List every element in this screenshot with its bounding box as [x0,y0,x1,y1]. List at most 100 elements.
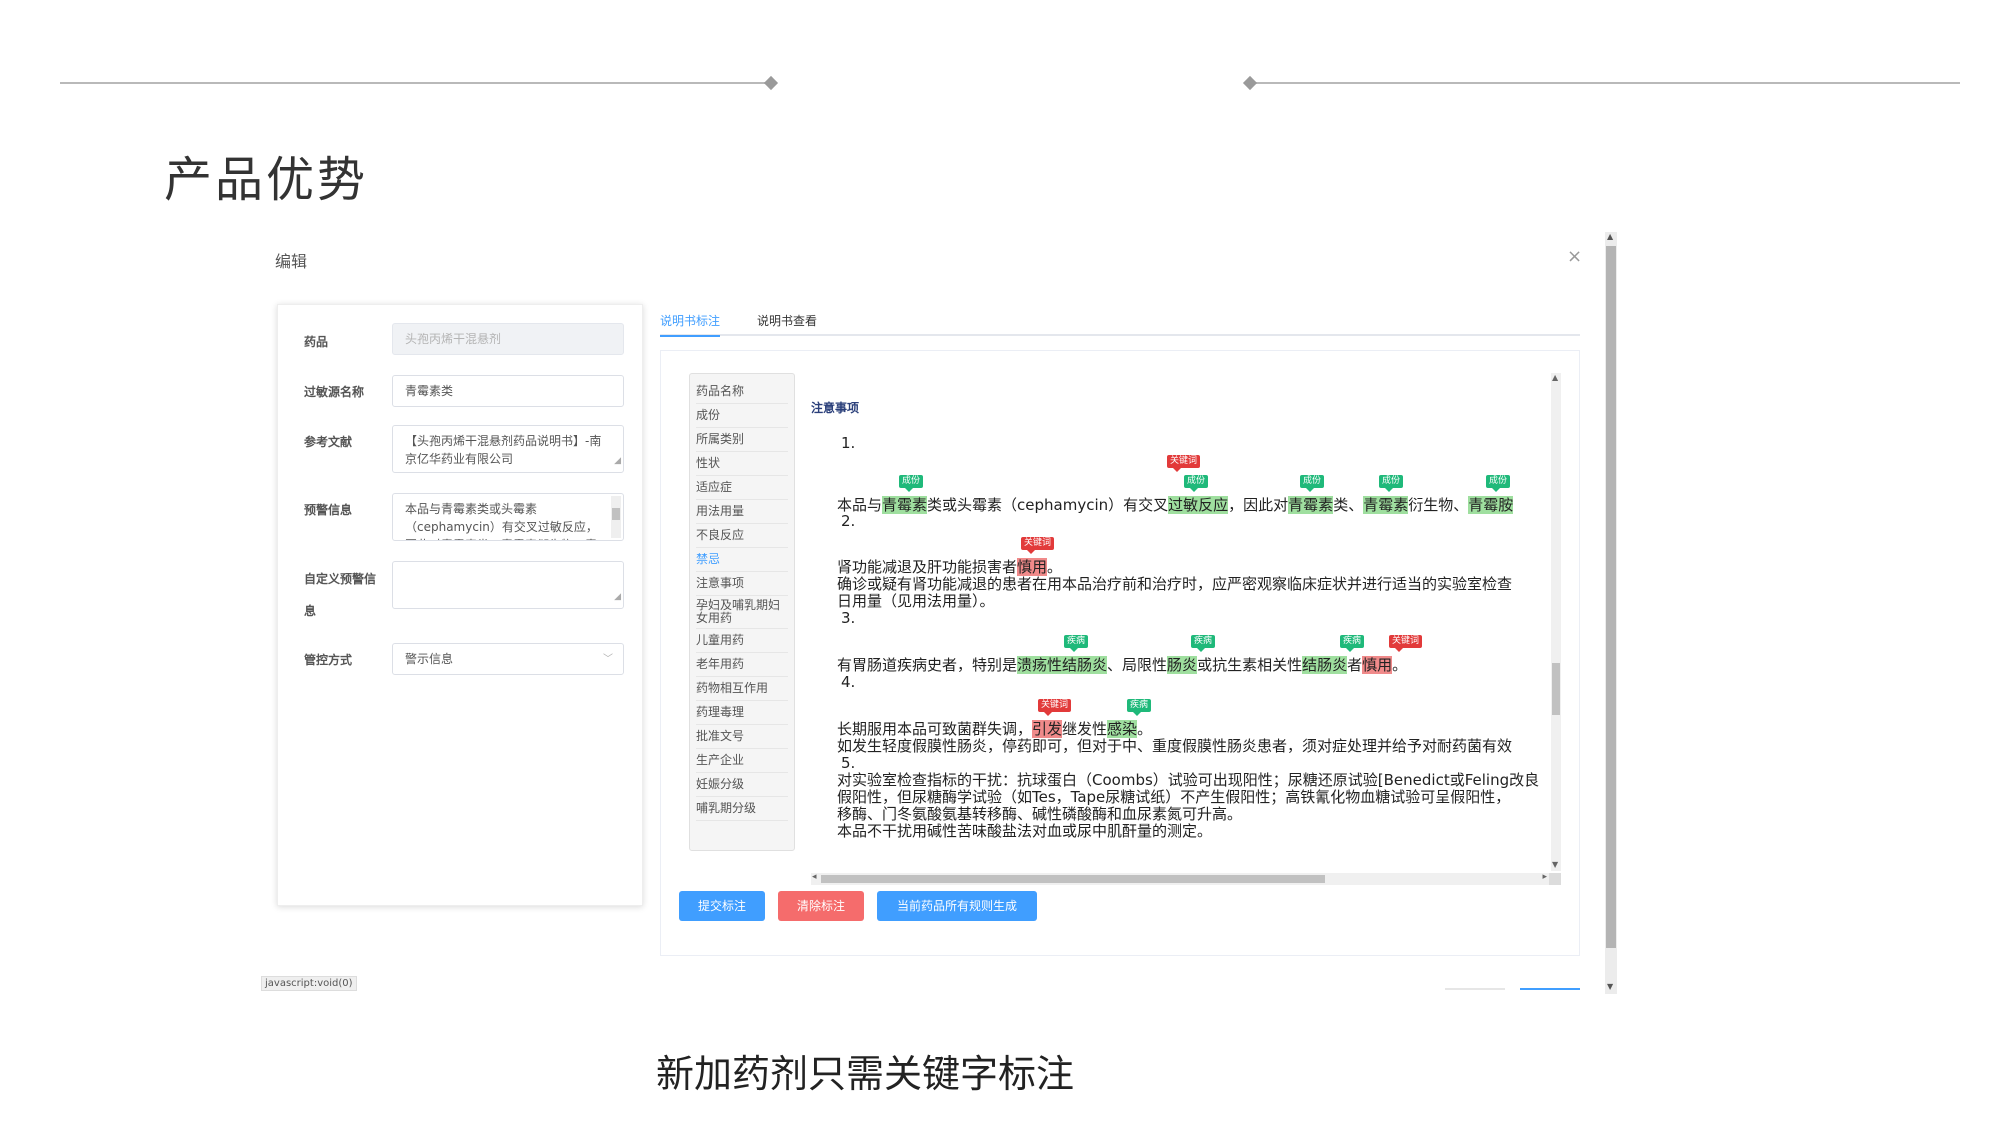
item-number: 1. [841,434,856,452]
nav-item-pediatric[interactable]: 儿童用药 [696,629,788,653]
status-bar-link: javascript:void(0) [261,976,357,991]
ingredient-tag[interactable]: 成份 [899,475,924,492]
keyword-tag[interactable]: 关键词 [1021,537,1055,554]
nav-item-approval[interactable]: 批准文号 [696,725,788,749]
keyword-tag[interactable]: 关键词 [1167,455,1201,472]
highlight-disease[interactable]: 肠炎 [1167,656,1198,674]
resize-handle-icon[interactable]: ◢ [614,588,621,606]
highlight-ingredient[interactable]: 青霉素 [882,496,928,514]
drug-field: 头孢丙烯干混悬剂 [392,323,624,355]
chevron-down-icon: ﹀ [603,654,613,665]
scroll-right-icon[interactable]: ▸ [1542,872,1547,882]
ingredient-tag[interactable]: 成份 [1300,475,1325,492]
warning-text: 本品与青霉素类或头霉素（cephamycin）有交叉过敏反应，因此对青霉素类、青… [405,502,598,540]
text-horizontal-scrollbar[interactable]: ◂ ▸ [811,872,1561,885]
warning-field[interactable]: 本品与青霉素类或头霉素（cephamycin）有交叉过敏反应，因此对青霉素类、青… [392,493,624,541]
highlight-ingredient[interactable]: 青霉胺 [1468,496,1514,514]
scroll-down-icon[interactable]: ▼ [1552,860,1558,869]
instruction-text[interactable]: 注意事项 1. 关键词 成份 成份 成份 成份 成份 本品与青霉素类或头霉素（c… [811,373,1549,871]
item-number: 5. [841,754,856,772]
warning-scrollbar[interactable] [611,496,621,538]
tab-bar: 说明书标注 说明书查看 [660,308,1580,337]
nav-item-interactions[interactable]: 药物相互作用 [696,677,788,701]
nav-item-drug-name[interactable]: 药品名称 [696,380,788,404]
paragraph-line: 本品与青霉素类或头霉素（cephamycin）有交叉过敏反应，因此对青霉素类、青… [837,496,1514,514]
disease-tag[interactable]: 疾病 [1340,635,1365,652]
allergen-field[interactable]: 青霉素类 [392,375,624,407]
top-rule-right [1250,82,1960,84]
text-scroll-thumb[interactable] [1552,663,1560,715]
nav-item-lactation-class[interactable]: 哺乳期分级 [696,797,788,821]
clear-annotation-button[interactable]: 清除标注 [778,891,864,921]
highlight-keyword[interactable]: 慎用 [1017,558,1048,576]
section-nav: 药品名称 成份 所属类别 性状 适应症 用法用量 不良反应 禁忌 注意事项 孕妇… [689,373,795,851]
tab-annotate[interactable]: 说明书标注 [660,312,721,337]
control-label: 管控方式 [304,653,353,667]
nav-item-adverse[interactable]: 不良反应 [696,524,788,548]
keyword-tag[interactable]: 关键词 [1038,699,1072,716]
highlight-disease[interactable]: 结肠炎 [1302,656,1348,674]
dialog-scroll-thumb[interactable] [1606,246,1616,948]
nav-item-appearance[interactable]: 性状 [696,452,788,476]
highlight-ingredient[interactable]: 青霉素 [1288,496,1334,514]
nav-item-indications[interactable]: 适应症 [696,476,788,500]
paragraph-line: 本品不干扰用碱性苦味酸盐法对血或尿中肌酐量的测定。 [837,822,1213,840]
scroll-corner [1549,873,1561,885]
disease-tag[interactable]: 疾病 [1064,635,1089,652]
ingredient-tag[interactable]: 成份 [1486,475,1511,492]
highlight-ingredient[interactable]: 青霉素 [1363,496,1409,514]
dialog-scrollbar[interactable]: ▲ ▼ [1605,232,1617,994]
resize-handle-icon[interactable]: ◢ [614,452,621,470]
close-icon[interactable]: × [1567,246,1582,267]
highlight-disease[interactable]: 感染 [1107,720,1138,738]
scroll-down-icon[interactable]: ▼ [1607,982,1613,991]
nav-item-pregnancy-class[interactable]: 妊娠分级 [696,773,788,797]
text-hscroll-thumb[interactable] [821,875,1325,883]
allergen-label: 过敏源名称 [304,385,365,399]
paragraph-line: 对实验室检查指标的干扰：抗球蛋白（Coombs）试验可出现阳性；尿糖还原试验[B… [837,771,1540,789]
highlight-disease[interactable]: 溃疡性结肠炎 [1017,656,1108,674]
nav-item-category[interactable]: 所属类别 [696,428,788,452]
edit-dialog: 编辑 × ▲ ▼ 药品 头孢丙烯干混悬剂 过敏源名称 青霉素类 参考文献 【头孢… [255,232,1617,994]
rule-diamond-left [763,75,779,91]
item-number: 2. [841,512,856,530]
disease-tag[interactable]: 疾病 [1127,699,1152,716]
paragraph-line: 肾功能减退及肝功能损害者慎用。 [837,558,1063,576]
warning-label: 预警信息 [304,503,353,517]
nav-item-pharmacology[interactable]: 药理毒理 [696,701,788,725]
top-rule-left [60,82,775,84]
nav-item-geriatric[interactable]: 老年用药 [696,653,788,677]
nav-item-precautions[interactable]: 注意事项 [696,572,788,596]
nav-item-dosage[interactable]: 用法用量 [696,500,788,524]
generate-rules-button[interactable]: 当前药品所有规则生成 [877,891,1037,921]
ingredient-tag[interactable]: 成份 [1379,475,1404,492]
item-number: 3. [841,609,856,627]
scroll-up-icon[interactable]: ▲ [1607,232,1613,241]
paragraph-line: 如发生轻度假膜性肠炎，停药即可，但对于中、重度假膜性肠炎患者，须对症处理并给予对… [837,737,1513,755]
nav-item-contraindications[interactable]: 禁忌 [696,548,788,572]
ingredient-tag[interactable]: 成份 [1184,475,1209,492]
paragraph-line: 假阳性，但尿糖酶学试验（如Tes，Tape尿糖试纸）不产生假阳性；高铁氰化物血糖… [837,788,1511,806]
nav-item-manufacturer[interactable]: 生产企业 [696,749,788,773]
scroll-up-icon[interactable]: ▲ [1552,373,1558,382]
highlight-keyword[interactable]: 引发 [1032,720,1063,738]
tab-view[interactable]: 说明书查看 [757,312,817,335]
nav-item-pregnancy[interactable]: 孕妇及哺乳期妇女用药 [696,596,788,629]
keyword-tag[interactable]: 关键词 [1389,635,1423,652]
scroll-left-icon[interactable]: ◂ [812,872,817,882]
reference-field[interactable]: 【头孢丙烯干混悬剂药品说明书】-南京亿华药业有限公司 ◢ [392,425,624,473]
dialog-title: 编辑 [275,252,308,271]
disease-tag[interactable]: 疾病 [1191,635,1216,652]
instruction-text-pane[interactable]: 注意事项 1. 关键词 成份 成份 成份 成份 成份 本品与青霉素类或头霉素（c… [811,373,1561,887]
control-select[interactable]: 警示信息 ﹀ [392,643,624,675]
paragraph-line: 有胃肠道疾病史者，特别是溃疡性结肠炎、局限性肠炎或抗生素相关性结肠炎者慎用。 [837,656,1408,674]
annotation-panel: 药品名称 成份 所属类别 性状 适应症 用法用量 不良反应 禁忌 注意事项 孕妇… [660,350,1580,956]
custom-warning-field[interactable]: ◢ [392,561,624,609]
item-number: 4. [841,673,856,691]
drug-label: 药品 [304,335,329,349]
submit-annotation-button[interactable]: 提交标注 [679,891,765,921]
highlight-keyword[interactable]: 慎用 [1362,656,1393,674]
highlight-keyword[interactable]: 过敏反应 [1168,496,1229,514]
nav-item-ingredients[interactable]: 成份 [696,404,788,428]
text-vertical-scrollbar[interactable]: ▲ ▼ [1551,373,1561,871]
